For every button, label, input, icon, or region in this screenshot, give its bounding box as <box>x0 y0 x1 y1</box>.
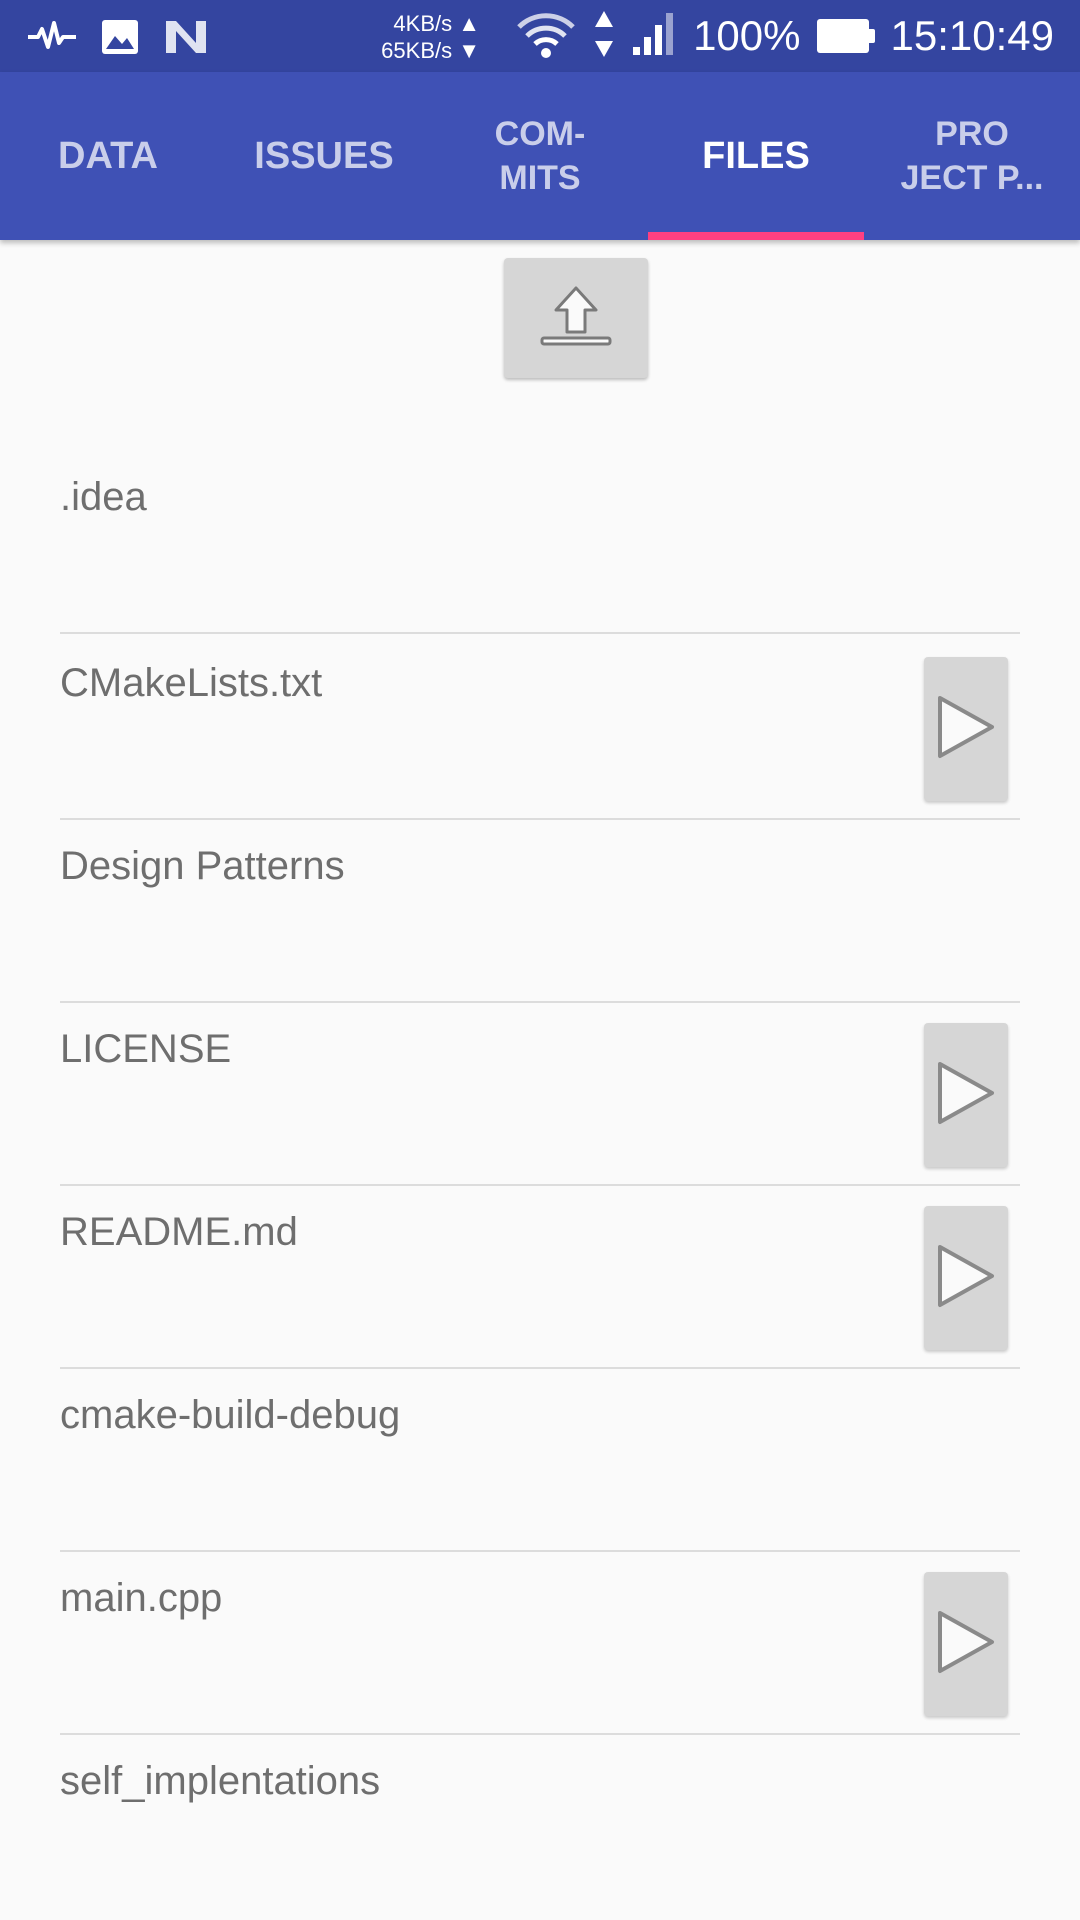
list-item[interactable]: README.md <box>60 1186 1020 1369</box>
upload-icon <box>536 284 616 353</box>
network-speed: 4KB/s ▲ 65KB/s ▼ <box>360 10 480 64</box>
tab-files[interactable]: FILES <box>648 72 864 240</box>
file-name: cmake-build-debug <box>60 1393 401 1437</box>
image-icon <box>100 17 140 57</box>
tab-data[interactable]: DATA <box>0 72 216 240</box>
file-name: LICENSE <box>60 1027 232 1071</box>
battery-percent: 100% <box>693 12 801 59</box>
list-item[interactable]: Design Patterns <box>60 820 1020 1003</box>
play-icon <box>934 1607 998 1682</box>
signal-icon <box>631 11 677 62</box>
file-name: Design Patterns <box>60 844 345 888</box>
divider <box>60 632 1020 634</box>
file-name: .idea <box>60 475 147 519</box>
open-file-button[interactable] <box>924 657 1008 801</box>
file-name: CMakeLists.txt <box>60 661 323 705</box>
file-name: self_implentations <box>60 1759 381 1803</box>
open-file-button[interactable] <box>924 1023 1008 1167</box>
list-item[interactable]: self_implentations <box>60 1735 1020 1918</box>
open-file-button[interactable] <box>924 1206 1008 1350</box>
status-bar: 4KB/s ▲ 65KB/s ▼ 100% 15:10:49 <box>0 0 1080 72</box>
list-item[interactable]: LICENSE <box>60 1003 1020 1186</box>
list-item[interactable]: .idea <box>60 451 1020 634</box>
wifi-icon <box>515 9 577 64</box>
n-logo-icon <box>162 17 210 57</box>
tab-commits[interactable]: COM- MITS <box>432 72 648 240</box>
upload-speed: 4KB/s ▲ <box>393 11 480 36</box>
list-item[interactable]: main.cpp <box>60 1552 1020 1735</box>
play-icon <box>934 1241 998 1316</box>
download-speed: 65KB/s ▼ <box>381 38 480 63</box>
tab-project[interactable]: PRO JECT P... <box>864 72 1080 240</box>
clock: 15:10:49 <box>890 12 1055 59</box>
list-item[interactable]: cmake-build-debug <box>60 1369 1020 1552</box>
file-name: main.cpp <box>60 1576 223 1620</box>
list-item[interactable]: CMakeLists.txt <box>60 637 1020 820</box>
data-transfer-icon <box>593 9 615 64</box>
play-icon <box>934 1058 998 1133</box>
upload-button[interactable] <box>504 258 648 378</box>
active-tab-indicator <box>648 232 864 240</box>
battery-icon <box>816 17 875 55</box>
tab-bar: DATA ISSUES COM- MITS FILES PRO JECT P..… <box>0 72 1080 240</box>
status-icons-right: 100% 15:10:49 <box>515 0 1054 72</box>
activity-icon <box>26 17 78 57</box>
open-file-button[interactable] <box>924 1572 1008 1716</box>
file-name: README.md <box>60 1210 298 1254</box>
play-icon <box>934 692 998 767</box>
status-icons-left <box>26 12 210 62</box>
tab-issues[interactable]: ISSUES <box>216 72 432 240</box>
